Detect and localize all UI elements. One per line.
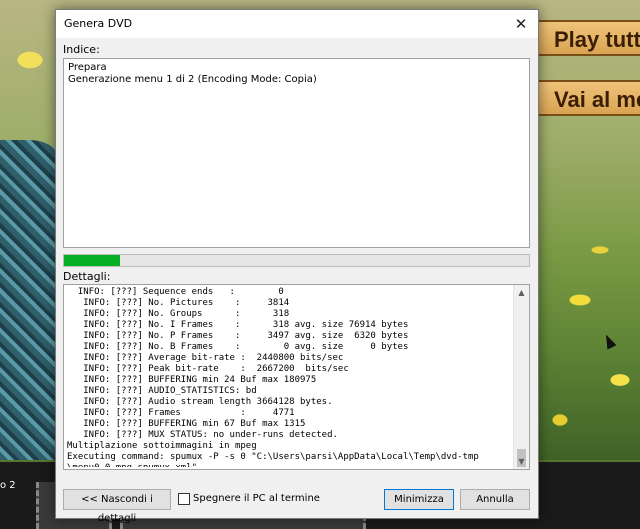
cancel-button[interactable]: Annulla xyxy=(460,489,530,510)
hide-details-button[interactable]: << Nascondi i dettagli xyxy=(63,489,171,524)
minimize-button[interactable]: Minimizza xyxy=(384,489,454,510)
dialog-title: Genera DVD xyxy=(64,17,133,30)
go-to-menu-button: Vai al menu xyxy=(536,80,640,116)
indice-item: Prepara xyxy=(68,62,107,73)
details-log: INFO: [???] Sequence ends : 0 INFO: [???… xyxy=(67,287,517,467)
indice-panel: Prepara Generazione menu 1 di 2 (Encodin… xyxy=(63,58,530,248)
log-line: \menu0-0.mpg_spumux.xml" xyxy=(67,463,517,467)
log-line: Multiplazione sottoimmagini in mpeg xyxy=(67,441,257,451)
log-line: INFO: [???] No. P Frames : 3497 avg. siz… xyxy=(67,331,409,341)
log-line: INFO: [???] No. I Frames : 318 avg. size… xyxy=(67,320,409,330)
shutdown-checkbox[interactable] xyxy=(178,493,190,505)
log-line: Executing command: spumux -P -s 0 "C:\Us… xyxy=(67,452,479,462)
log-line: INFO: [???] Frames : 4771 xyxy=(67,408,295,418)
log-line: INFO: [???] BUFFERING min 67 Buf max 131… xyxy=(67,419,306,429)
progress-fill xyxy=(64,255,120,266)
log-line: INFO: [???] Audio stream length 3664128 … xyxy=(67,397,333,407)
play-all-menu-button: Play tutto xyxy=(536,20,640,56)
log-line: INFO: [???] Sequence ends : 0 xyxy=(67,287,284,297)
close-icon[interactable]: ✕ xyxy=(504,10,538,38)
indice-label: Indice: xyxy=(63,43,100,56)
dialog-titlebar: Genera DVD ✕ xyxy=(56,10,538,38)
log-scrollbar[interactable]: ▲ ▼ xyxy=(513,285,529,469)
filmstrip-label: o 2 xyxy=(0,480,16,491)
log-line: INFO: [???] Average bit-rate : 2440800 b… xyxy=(67,353,344,363)
indice-list: Prepara Generazione menu 1 di 2 (Encodin… xyxy=(68,62,317,86)
log-line: INFO: [???] AUDIO_STATISTICS: bd xyxy=(67,386,257,396)
progress-bar xyxy=(63,254,530,267)
scroll-up-icon[interactable]: ▲ xyxy=(514,285,529,300)
log-line: INFO: [???] BUFFERING min 24 Buf max 180… xyxy=(67,375,317,385)
log-line: INFO: [???] MUX STATUS: no under-runs de… xyxy=(67,430,338,440)
dettagli-label: Dettagli: xyxy=(63,270,111,283)
shutdown-checkbox-label[interactable]: Spegnere il PC al termine xyxy=(193,493,320,504)
log-line: INFO: [???] No. Groups : 318 xyxy=(67,309,290,319)
scroll-down-icon[interactable]: ▼ xyxy=(514,454,529,469)
log-line: INFO: [???] No. Pictures : 3814 xyxy=(67,298,290,308)
indice-item: Generazione menu 1 di 2 (Encoding Mode: … xyxy=(68,74,317,85)
log-line: INFO: [???] Peak bit-rate : 2667200 bits… xyxy=(67,364,349,374)
details-log-panel: INFO: [???] Sequence ends : 0 INFO: [???… xyxy=(63,284,530,470)
generate-dvd-dialog: Genera DVD ✕ Indice: Prepara Generazione… xyxy=(55,9,539,524)
log-line: INFO: [???] No. B Frames : 0 avg. size 0… xyxy=(67,342,409,352)
